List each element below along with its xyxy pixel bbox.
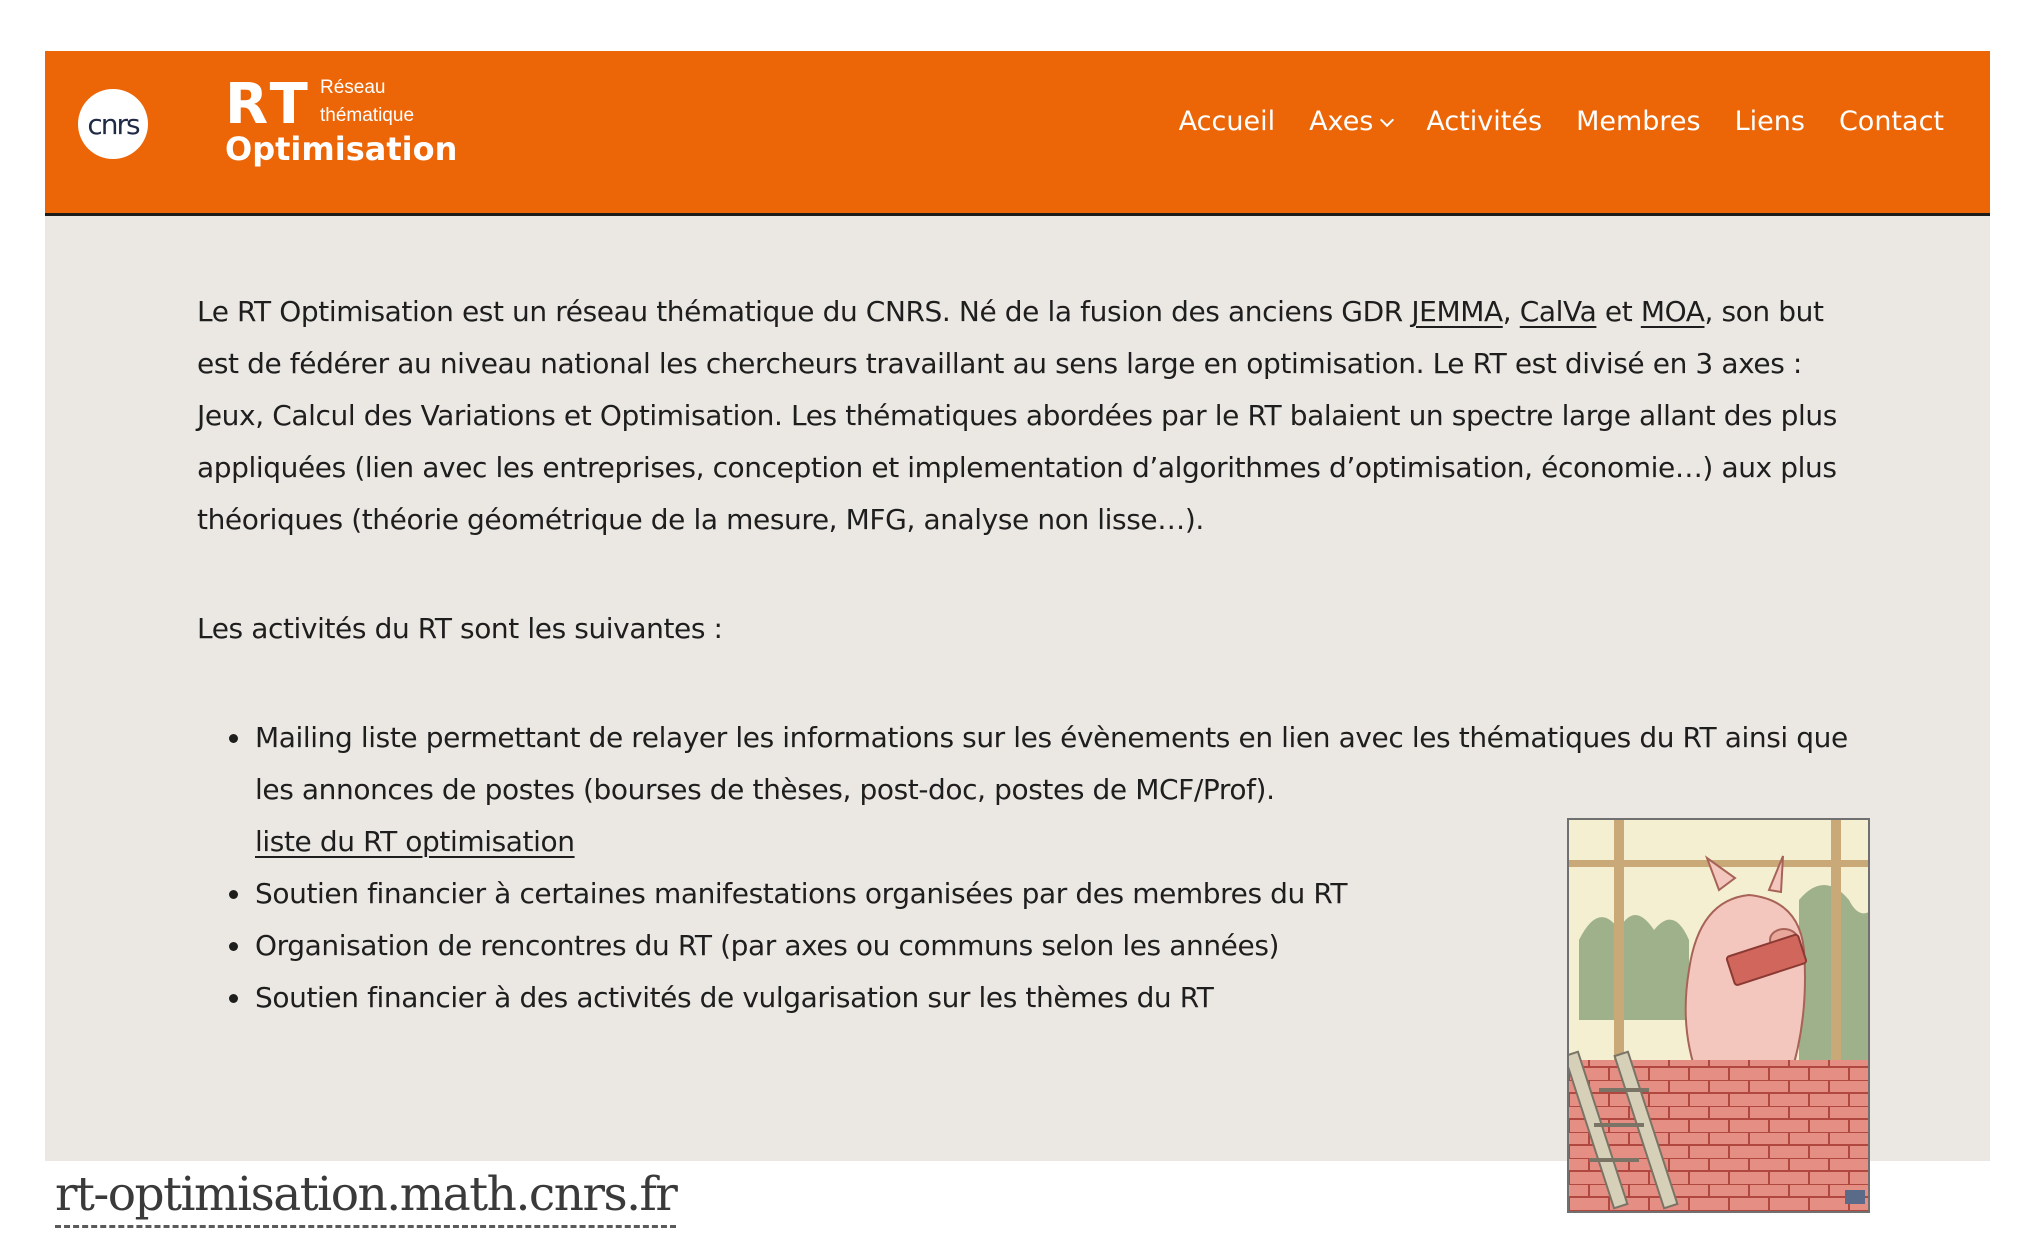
link-calva[interactable]: CalVa	[1520, 295, 1597, 328]
main-nav: Accueil Axes Activités Membres Liens Con…	[1179, 102, 1944, 142]
intro-text-3: , son but est de fédérer au niveau natio…	[197, 295, 1837, 536]
nav-membres[interactable]: Membres	[1576, 102, 1701, 142]
rt-logo-line1: Réseau	[320, 77, 386, 98]
nav-contact[interactable]: Contact	[1839, 102, 1944, 142]
intro-paragraph: Le RT Optimisation est un réseau thémati…	[197, 286, 1857, 546]
intro-text-1: Le RT Optimisation est un réseau thémati…	[197, 295, 1412, 328]
pig-bricklayer-illustration	[1567, 818, 1870, 1213]
rt-logo-mark: RT	[225, 72, 312, 137]
intro-text-2: et	[1596, 295, 1641, 328]
source-url: rt-optimisation.math.cnrs.fr	[55, 1165, 678, 1228]
site-header: cnrs RT Réseau thématique Optimisation A…	[45, 51, 1990, 216]
activities-heading: Les activités du RT sont les suivantes :	[197, 612, 723, 645]
nav-liens[interactable]: Liens	[1735, 102, 1805, 142]
nav-accueil[interactable]: Accueil	[1179, 102, 1275, 142]
nav-axes[interactable]: Axes	[1309, 102, 1395, 142]
rt-optimisation-logo[interactable]: RT Réseau thématique Optimisation	[225, 73, 485, 173]
nav-activites[interactable]: Activités	[1426, 102, 1542, 142]
intro-sep: ,	[1502, 295, 1520, 328]
cnrs-logo[interactable]: cnrs	[78, 89, 148, 159]
rt-logo-name: Optimisation	[225, 130, 458, 168]
link-jemma[interactable]: JEMMA	[1411, 295, 1503, 328]
mailing-list-link[interactable]: liste du RT optimisation	[255, 825, 575, 858]
link-moa[interactable]: MOA	[1641, 295, 1705, 328]
nav-axes-label: Axes	[1309, 106, 1374, 137]
chevron-down-icon	[1380, 112, 1395, 127]
cnrs-logo-text: cnrs	[87, 107, 140, 141]
rt-logo-line2: thématique	[320, 105, 415, 126]
activity-mailing-text: Mailing liste permettant de relayer les …	[255, 721, 1848, 806]
